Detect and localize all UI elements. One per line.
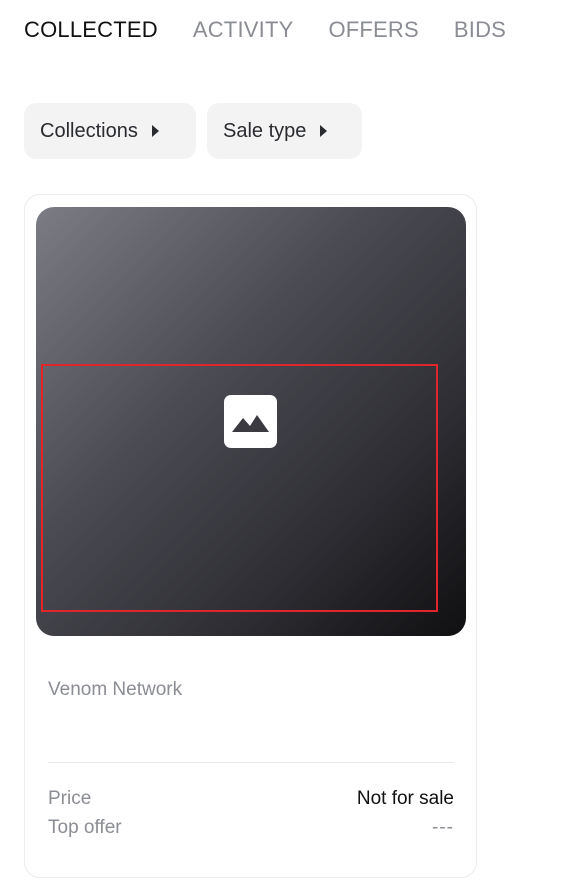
collection-name[interactable]: Venom Network — [48, 679, 182, 701]
top-offer-row: Top offer --- — [48, 817, 454, 839]
price-label: Price — [48, 788, 92, 809]
caret-right-icon — [320, 125, 328, 137]
price-row: Price Not for sale — [48, 788, 454, 810]
tab-offers[interactable]: OFFERS — [328, 17, 418, 43]
profile-tabs: COLLECTED ACTIVITY OFFERS BIDS — [24, 14, 506, 46]
nft-media[interactable] — [36, 207, 466, 636]
image-placeholder-icon — [224, 395, 277, 448]
divider — [48, 762, 454, 763]
collections-filter-button[interactable]: Collections — [24, 103, 196, 159]
sale-type-filter-label: Sale type — [223, 119, 307, 142]
sale-type-filter-button[interactable]: Sale type — [207, 103, 362, 159]
top-offer-value: --- — [432, 817, 454, 838]
nft-card[interactable]: Venom Network Price Not for sale Top off… — [24, 194, 477, 878]
tab-collected[interactable]: COLLECTED — [24, 17, 158, 43]
collections-filter-label: Collections — [40, 119, 138, 142]
caret-right-icon — [151, 125, 159, 137]
top-offer-label: Top offer — [48, 817, 122, 838]
price-value: Not for sale — [356, 788, 454, 809]
filter-bar: Collections Sale type — [24, 103, 362, 159]
tab-bids[interactable]: BIDS — [454, 17, 506, 43]
tab-activity[interactable]: ACTIVITY — [193, 17, 294, 43]
